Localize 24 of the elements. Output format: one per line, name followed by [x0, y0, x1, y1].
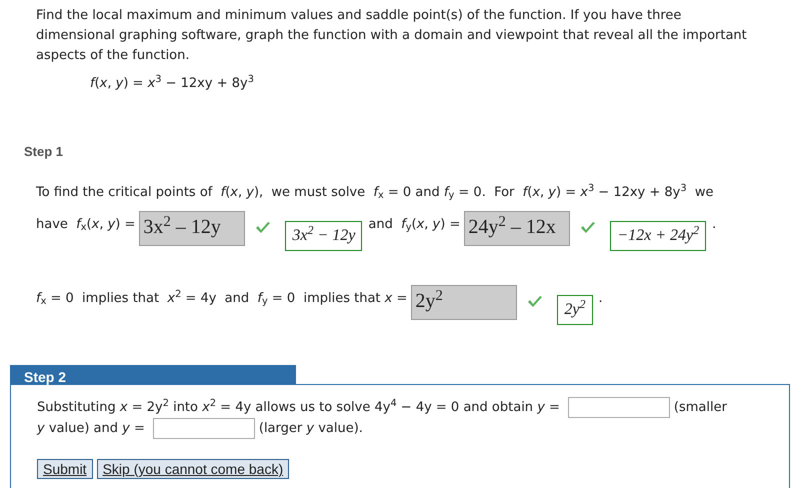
answer-field[interactable]: 2y$^{2}$ — [411, 285, 518, 320]
step-text: and f$_{y}$(x, y) = — [368, 216, 460, 235]
solution-box: 2y$^{2}$ — [557, 295, 592, 325]
function-formula: f(x, y) = x$^{3}$ − 12xy + 8y$^{3}$ — [90, 76, 254, 91]
step-text: (smaller — [674, 399, 727, 418]
step-text: Substituting x = 2y$^{2}$ into x$^{2}$ = 4y allows us to solve 4y$^{4}$ − 4y = 0 and obtain y = — [37, 397, 560, 418]
solution-box: 3x$^{2}$ − 12y — [285, 221, 362, 251]
step-text: . — [712, 216, 716, 234]
answer-input[interactable] — [568, 397, 670, 418]
solution-box: −12x + 24y$^{2}$ — [610, 221, 706, 251]
action-button[interactable]: Skip (you cannot come back) — [96, 459, 290, 480]
step-text: have f$_{x}$(x, y) = — [36, 216, 136, 235]
step-text: To find the critical points of f(x, y), we must solve f$_{x}$ = 0 and f$_{y}$ = 0. For f(x, y) = x$^{3}$ − 12xy + 8y$^{3}$ we — [36, 183, 714, 203]
problem-text: Find the local maximum and minimum values and saddle point(s) of the function. If you have three dimensional graphing software, graph the function with a domain and viewpoint that reveal all the important aspects of the function. — [36, 7, 748, 65]
step-text: . — [598, 290, 603, 308]
step-text: f$_{x}$ = 0 implies that x$^{2}$ = 4y and f$_{y}$ = 0 implies that x = — [36, 289, 408, 309]
answer-input[interactable] — [152, 418, 255, 440]
answer-field[interactable]: 24y$^{2}$ – 12x — [464, 211, 570, 246]
answer-field[interactable]: 3x$^{2}$ – 12y — [139, 211, 246, 246]
step-text: (larger y value). — [258, 420, 363, 438]
step-header: Step 2 — [10, 365, 296, 384]
action-button[interactable]: Submit — [37, 459, 93, 480]
step-title: Step 1 — [24, 144, 64, 159]
step-text: y value) and y = — [37, 420, 145, 438]
